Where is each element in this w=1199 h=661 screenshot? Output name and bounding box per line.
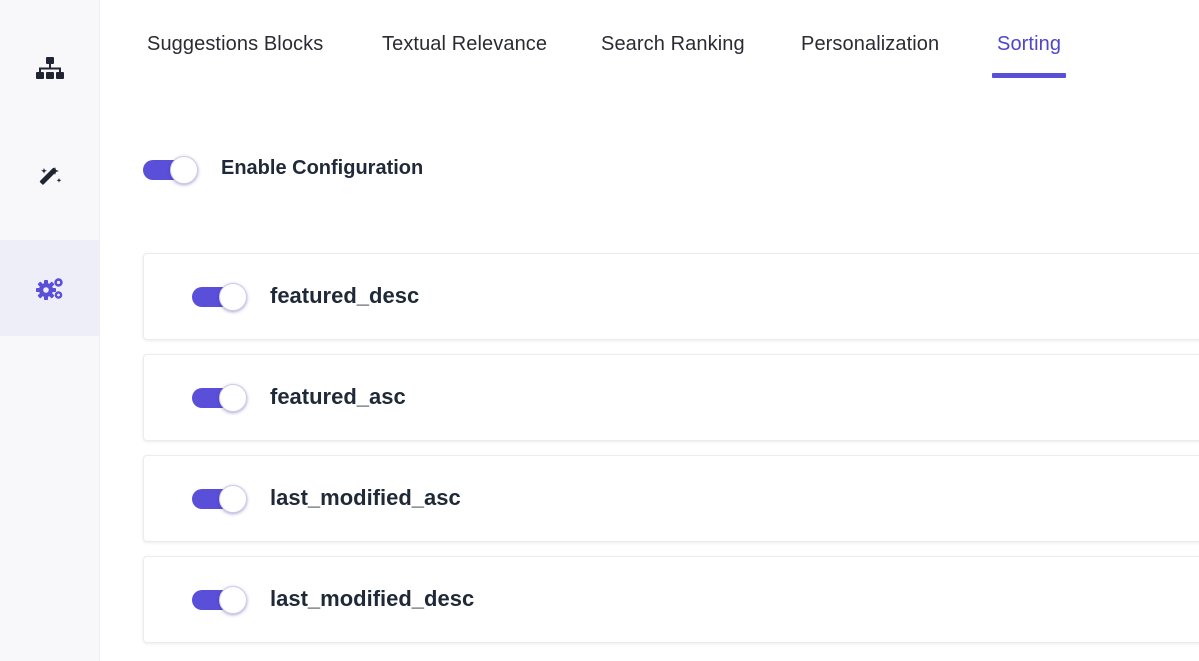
tab-bar: Suggestions Blocks Textual Relevance Sea… — [99, 0, 1199, 80]
tab-search-ranking[interactable]: Search Ranking — [601, 28, 745, 78]
toggle-knob — [219, 485, 247, 513]
sort-option-label: featured_asc — [270, 384, 406, 409]
sort-option-card: last_modified_asc — [143, 455, 1199, 542]
magic-wand-icon — [39, 167, 61, 185]
toggle-knob — [219, 283, 247, 311]
tab-personalization[interactable]: Personalization — [801, 28, 939, 78]
sitemap-icon — [35, 57, 64, 79]
gears-icon — [35, 278, 63, 300]
toggle-knob — [170, 156, 198, 184]
sort-option-toggle[interactable] — [192, 383, 248, 412]
sort-option-card: featured_asc — [143, 354, 1199, 441]
sidebar — [0, 0, 100, 661]
sort-option-label: featured_desc — [270, 283, 420, 308]
sidebar-item-settings[interactable] — [0, 240, 99, 336]
sort-option-label: last_modified_desc — [270, 586, 475, 611]
toggle-knob — [219, 586, 247, 614]
sort-option-toggle[interactable] — [192, 282, 248, 311]
sort-option-toggle[interactable] — [192, 585, 248, 614]
sort-option-toggle[interactable] — [192, 484, 248, 513]
tab-suggestions-blocks[interactable]: Suggestions Blocks — [147, 28, 323, 78]
enable-configuration-label: Enable Configuration — [221, 157, 424, 179]
toggle-knob — [219, 384, 247, 412]
sort-option-card: last_modified_desc — [143, 556, 1199, 643]
enable-configuration-toggle[interactable] — [143, 155, 199, 184]
sidebar-item-structure[interactable] — [0, 20, 99, 116]
tab-textual-relevance[interactable]: Textual Relevance — [382, 28, 547, 78]
sidebar-item-magic[interactable] — [0, 130, 99, 226]
tab-sorting[interactable]: Sorting — [991, 28, 1067, 78]
sort-option-card: featured_desc — [143, 253, 1199, 340]
sort-option-label: last_modified_asc — [270, 485, 461, 510]
